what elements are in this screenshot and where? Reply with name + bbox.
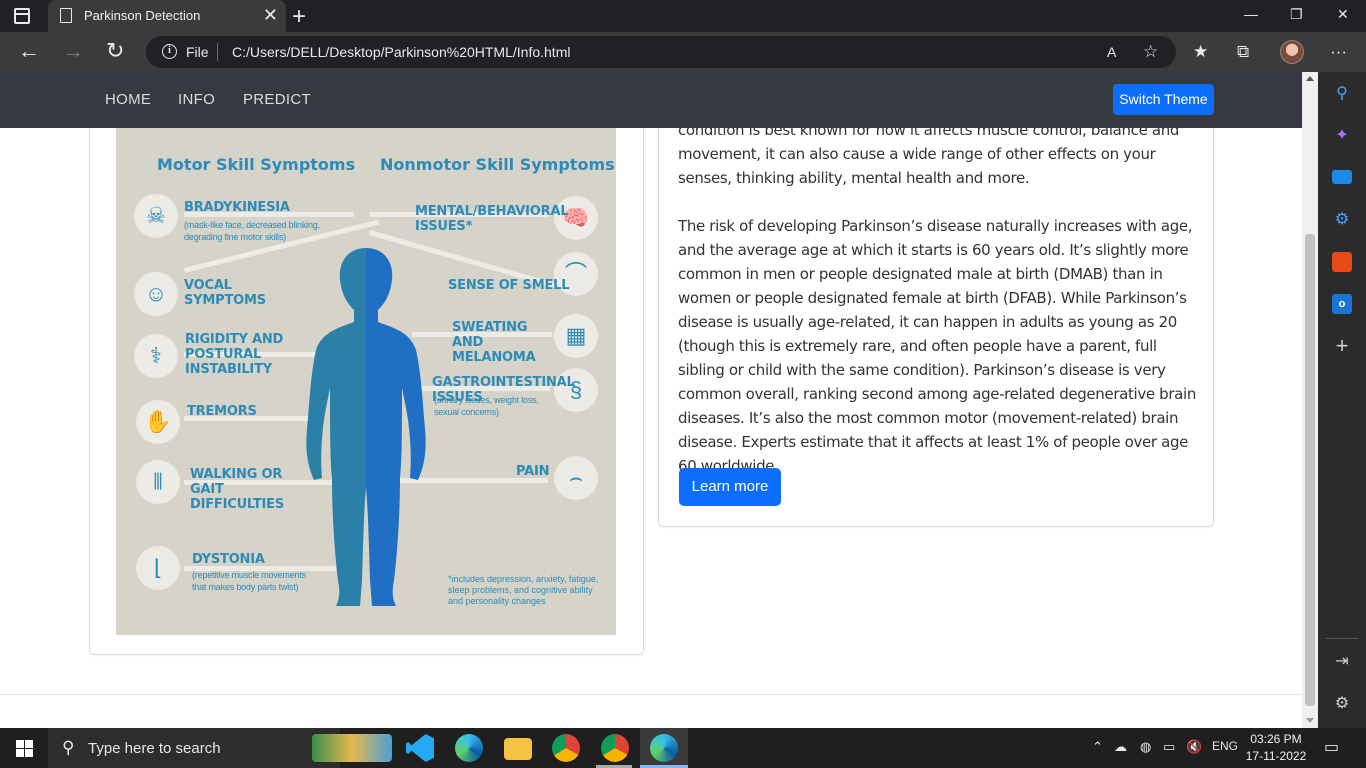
page-scrollbar[interactable]: [1302, 72, 1318, 728]
head-profile-icon: ☺: [134, 272, 178, 316]
symptom-label: MENTAL/BEHAVIORAL ISSUES*: [415, 204, 569, 234]
scroll-up-arrow[interactable]: [1306, 76, 1314, 81]
site-navbar: HOME INFO PREDICT Switch Theme: [0, 72, 1302, 128]
hand-icon: ✋: [136, 400, 180, 444]
windows-taskbar: ⚲ Type here to search ⌃ ☁ ◍ ▭ 🔇 ENG 03:2…: [0, 728, 1366, 768]
browser-tab[interactable]: Parkinson Detection ✕: [48, 0, 286, 32]
favorites-icon[interactable]: ★: [1193, 42, 1208, 62]
site-info-icon[interactable]: i: [162, 44, 177, 59]
edge-active-icon[interactable]: [650, 734, 678, 762]
symptom-label: WALKING OR GAIT DIFFICULTIES: [190, 467, 285, 512]
read-aloud-icon[interactable]: A: [1107, 42, 1116, 62]
nav-info-link[interactable]: INFO: [178, 91, 215, 108]
search-glass-icon: ⚲: [62, 738, 75, 757]
close-window-button[interactable]: ✕: [1337, 6, 1349, 23]
symptom-label: SENSE OF SMELL: [448, 278, 570, 293]
tab-close-icon[interactable]: ✕: [263, 5, 278, 25]
page-viewport: Motor Skill Symptoms Nonmotor Skill Symp…: [0, 72, 1302, 728]
symptom-description: (repetitive muscle movements that makes …: [192, 570, 306, 592]
symptom-description: (mask-like face, decreased blinking, deg…: [184, 220, 320, 242]
symptom-label: DYSTONIA: [192, 552, 265, 567]
volume-muted-icon[interactable]: 🔇: [1186, 739, 1202, 755]
taskbar-search-placeholder: Type here to search: [88, 740, 221, 757]
nonmotor-symptoms-heading: Nonmotor Skill Symptoms: [380, 155, 615, 174]
edge-sidebar: ⚲ ✦ ⚙ o + ⇥ ⚙: [1318, 72, 1366, 728]
info-paragraph-main: The risk of developing Parkinson’s disea…: [678, 217, 1196, 475]
address-url[interactable]: C:/Users/DELL/Desktop/Parkinson%20HTML/I…: [232, 44, 570, 60]
motor-symptoms-heading: Motor Skill Symptoms: [157, 155, 356, 174]
clock-time: 03:26 PM: [1250, 732, 1302, 746]
infographic-footnote: *includes depression, anxiety, fatigue, …: [448, 574, 599, 606]
add-sidebar-app-icon[interactable]: +: [1332, 335, 1352, 357]
skin-icon: ▦: [554, 314, 598, 358]
foot-icon: ⌊: [136, 546, 180, 590]
globe-network-icon[interactable]: ◍: [1140, 739, 1151, 755]
tab-title: Parkinson Detection: [84, 8, 201, 23]
search-icon[interactable]: ⚲: [1332, 84, 1352, 104]
info-paragraph-intro: condition is best known for how it affec…: [678, 121, 1180, 187]
windows-start-icon[interactable]: [16, 740, 33, 757]
taskbar-search-box[interactable]: ⚲ Type here to search: [48, 728, 340, 768]
hide-sidebar-icon[interactable]: ⇥: [1332, 652, 1352, 672]
weather-widget-icon[interactable]: [312, 734, 392, 762]
symptom-label: PAIN: [516, 464, 550, 479]
new-tab-button[interactable]: +: [292, 3, 306, 31]
tools-icon[interactable]: ⚙: [1332, 210, 1352, 230]
battery-icon[interactable]: ▭: [1163, 739, 1175, 755]
edge-icon[interactable]: [455, 734, 483, 762]
clock-date: 17-11-2022: [1245, 749, 1307, 763]
network-cloud-icon[interactable]: ☁: [1114, 739, 1127, 755]
discover-sparkle-icon[interactable]: ✦: [1332, 126, 1352, 146]
address-separator: [217, 43, 218, 61]
collections-icon[interactable]: ⧉: [1237, 42, 1249, 62]
show-hidden-icons-chevron[interactable]: ⌃: [1092, 739, 1103, 755]
add-favorite-icon[interactable]: ☆: [1143, 42, 1158, 62]
taskbar-clock[interactable]: 03:26 PM 17-11-2022: [1244, 731, 1308, 765]
address-toolbar: ← → ↻ i File C:/Users/DELL/Desktop/Parki…: [0, 32, 1366, 72]
symptom-label: BRADYKINESIA: [184, 200, 290, 215]
symptom-label: SWEATING AND MELANOMA: [452, 320, 536, 365]
symptom-description: (urinary issues, weight loss, sexual con…: [434, 395, 539, 417]
switch-theme-button[interactable]: Switch Theme: [1113, 84, 1214, 115]
settings-gear-icon[interactable]: ⚙: [1332, 694, 1352, 714]
outlook-icon[interactable]: o: [1332, 294, 1352, 314]
shopping-icon[interactable]: [1332, 170, 1352, 184]
address-bar[interactable]: i File C:/Users/DELL/Desktop/Parkinson%2…: [146, 36, 1176, 68]
file-explorer-icon[interactable]: [504, 738, 532, 760]
profile-avatar[interactable]: [1280, 40, 1304, 64]
more-menu-icon[interactable]: ···: [1330, 42, 1347, 62]
footer-divider: [0, 694, 1302, 695]
legs-icon: ⦀: [136, 460, 180, 504]
sidebar-divider: [1326, 638, 1358, 639]
scroll-thumb[interactable]: [1305, 234, 1315, 706]
nav-home-link[interactable]: HOME: [105, 91, 151, 108]
restore-button[interactable]: ❐: [1290, 6, 1303, 23]
parkinson-symptoms-infographic: Motor Skill Symptoms Nonmotor Skill Symp…: [116, 128, 616, 635]
learn-more-button[interactable]: Learn more: [679, 468, 781, 506]
knee-icon: ⌢: [554, 456, 598, 500]
skull-icon: ☠: [134, 194, 178, 238]
back-button[interactable]: ←: [18, 40, 40, 62]
scroll-down-arrow[interactable]: [1306, 718, 1314, 723]
browser-title-bar: Parkinson Detection ✕ + — ❐ ✕: [0, 0, 1366, 32]
symptom-label: RIGIDITY AND POSTURAL INSTABILITY: [185, 332, 284, 377]
document-icon: [60, 8, 72, 23]
nav-predict-link[interactable]: PREDICT: [243, 91, 311, 108]
chrome-profile-icon[interactable]: [601, 734, 629, 762]
symptom-label: TREMORS: [187, 404, 257, 419]
spine-icon: ⚕: [134, 334, 178, 378]
reload-button[interactable]: ↻: [106, 40, 124, 62]
office-icon[interactable]: [1332, 252, 1352, 272]
chrome-icon[interactable]: [552, 734, 580, 762]
symptom-label: VOCAL SYMPTOMS: [184, 278, 266, 308]
notifications-icon[interactable]: ▭: [1324, 737, 1339, 757]
language-indicator[interactable]: ENG: [1212, 739, 1238, 753]
tab-actions-icon[interactable]: [14, 8, 30, 24]
forward-button[interactable]: →: [62, 40, 84, 62]
minimize-button[interactable]: —: [1244, 6, 1258, 22]
vscode-icon[interactable]: [406, 734, 434, 762]
address-scheme: File: [186, 44, 209, 60]
